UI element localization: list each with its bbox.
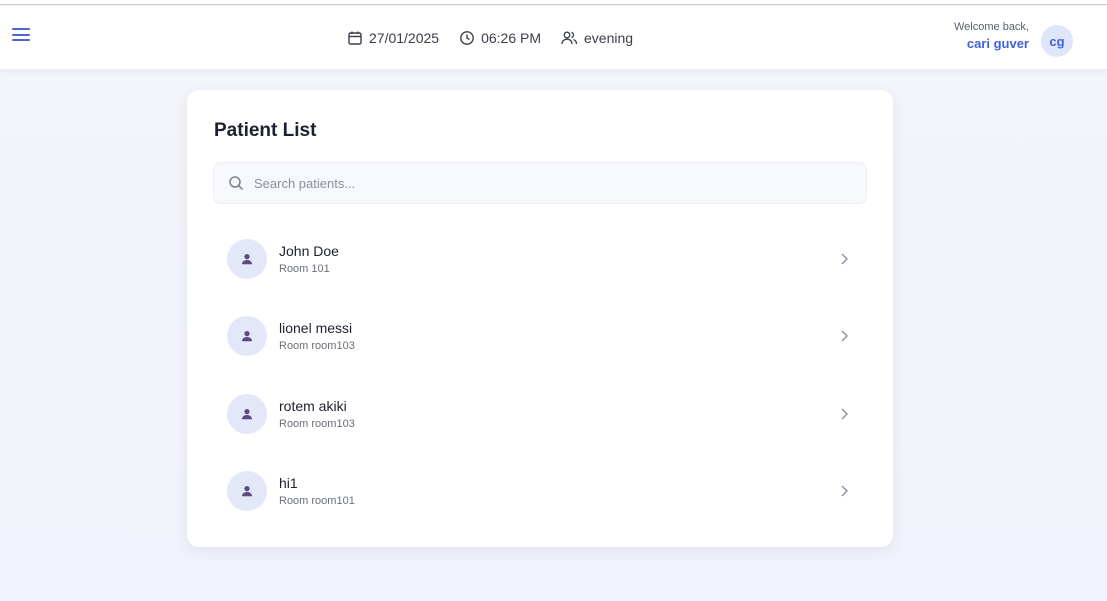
shift-display: evening — [561, 30, 633, 46]
patient-avatar — [227, 238, 267, 279]
shift-text: evening — [584, 30, 634, 46]
patient-list: John Doe Room 101 lionel messi Room room… — [213, 220, 867, 530]
patient-room: Room 101 — [279, 262, 330, 275]
patient-name: hi1 — [279, 475, 298, 492]
patient-info: John Doe Room 101 — [279, 243, 339, 275]
patient-row[interactable]: lionel messi Room room103 — [213, 298, 867, 376]
chevron-right-icon[interactable] — [839, 252, 849, 266]
user-avatar[interactable]: cg — [1041, 25, 1073, 57]
search-icon — [229, 176, 244, 191]
patient-name: lionel messi — [279, 320, 353, 337]
patient-info: lionel messi Room room103 — [279, 320, 355, 352]
patient-room: Room room103 — [279, 417, 355, 430]
welcome-block: Welcome back, cari guver — [954, 21, 1029, 52]
menu-icon[interactable] — [12, 28, 30, 46]
date-text: 27/01/2025 — [369, 30, 440, 46]
user-icon — [242, 253, 252, 264]
chevron-right-icon[interactable] — [839, 329, 849, 343]
patient-name: John Doe — [279, 242, 339, 259]
header-info: 27/01/2025 06:26 PM evening — [347, 28, 653, 48]
patient-avatar — [227, 393, 267, 434]
user-icon — [242, 486, 252, 497]
date-display: 27/01/2025 — [347, 30, 439, 46]
patient-row[interactable]: hi1 Room room101 — [213, 453, 867, 531]
time-display: 06:26 PM — [459, 30, 541, 46]
patient-avatar — [227, 471, 267, 512]
patient-row[interactable]: rotem akiki Room room103 — [213, 375, 867, 453]
window-top-edge — [0, 0, 1107, 5]
user-icon — [242, 408, 252, 419]
patient-row[interactable]: John Doe Room 101 — [213, 220, 867, 298]
time-text: 06:26 PM — [481, 30, 542, 46]
chevron-right-icon[interactable] — [839, 484, 849, 498]
top-header: 27/01/2025 06:26 PM evening Welcome back… — [0, 6, 1107, 70]
chevron-right-icon[interactable] — [839, 407, 849, 421]
search-box[interactable] — [213, 162, 867, 204]
patient-room: Room room103 — [279, 340, 355, 353]
page-title: Patient List — [214, 120, 317, 141]
user-icon — [242, 331, 252, 342]
patient-name: rotem akiki — [279, 397, 347, 414]
calendar-icon — [348, 31, 362, 45]
users-icon — [561, 31, 578, 45]
patient-avatar — [227, 316, 267, 357]
patient-room: Room room101 — [279, 495, 355, 508]
search-input[interactable] — [254, 175, 834, 191]
user-name[interactable]: cari guver — [954, 36, 1029, 52]
patient-info: hi1 Room room101 — [279, 475, 355, 507]
patient-list-card: Patient List John Doe Room 101 — [187, 90, 893, 547]
welcome-text: Welcome back, — [954, 21, 1029, 33]
app-page: 27/01/2025 06:26 PM evening Welcome back… — [0, 0, 1107, 601]
patient-info: rotem akiki Room room103 — [279, 398, 355, 430]
clock-icon — [460, 31, 474, 45]
